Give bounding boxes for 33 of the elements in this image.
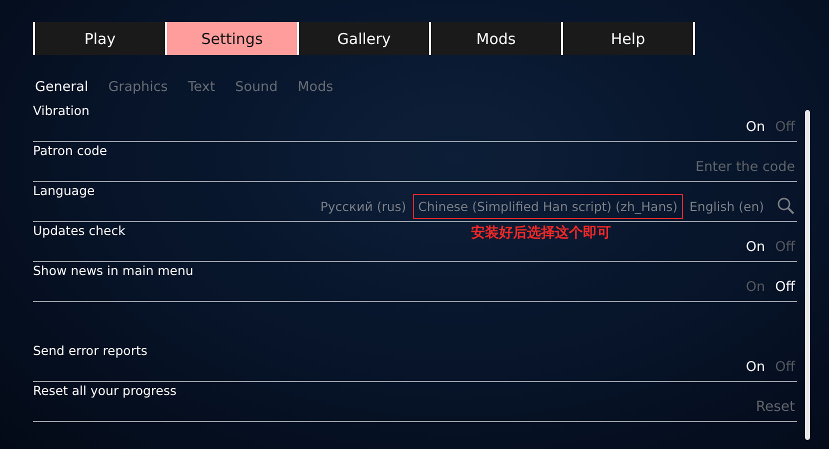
toggle-option[interactable]: Off <box>775 119 795 135</box>
setting-label: Reset all your progress <box>33 383 177 400</box>
menu-tab[interactable]: Play <box>35 22 167 55</box>
menu-tab[interactable]: Gallery <box>299 22 431 55</box>
menu-tab[interactable]: Help <box>563 22 695 55</box>
section-tab[interactable]: Graphics <box>108 77 168 97</box>
toggle-option[interactable]: On <box>746 239 766 255</box>
section-tab[interactable]: Sound <box>235 77 278 97</box>
annotation-text: 安装好后选择这个即可 <box>471 224 611 242</box>
code-field[interactable]: Enter the code <box>635 159 795 175</box>
setting-label: Vibration <box>33 103 90 120</box>
section-tab[interactable]: General <box>35 77 88 97</box>
menu-tab[interactable]: Settings <box>167 22 299 55</box>
language-option[interactable]: Русский (rus) <box>315 194 412 219</box>
setting-label: Updates check <box>33 223 126 240</box>
section-tab[interactable]: Mods <box>298 77 334 97</box>
toggle-option[interactable]: On <box>746 119 766 135</box>
toggle-option[interactable]: Off <box>775 279 795 295</box>
section-tab[interactable]: Text <box>188 77 216 97</box>
menu-tab[interactable]: Mods <box>431 22 563 55</box>
setting-label: Show news in main menu <box>33 263 194 280</box>
reset-button[interactable]: Reset <box>756 399 795 415</box>
search-icon[interactable] <box>777 197 795 215</box>
setting-label: Send error reports <box>33 343 148 360</box>
setting-label: Patron code <box>33 143 108 160</box>
setting-label: Language <box>33 183 95 200</box>
scrollbar[interactable] <box>805 110 810 440</box>
language-option[interactable]: Chinese (Simplified Han script) (zh_Hans) <box>413 194 683 219</box>
language-option[interactable]: English (en) <box>684 194 769 219</box>
toggle-option[interactable]: On <box>746 279 766 295</box>
toggle-option[interactable]: Off <box>775 239 795 255</box>
toggle-option[interactable]: Off <box>775 359 795 375</box>
toggle-option[interactable]: On <box>746 359 766 375</box>
